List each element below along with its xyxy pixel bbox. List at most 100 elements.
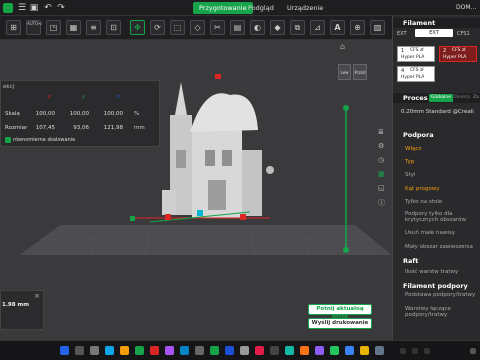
home-icon[interactable]: ⌂ <box>340 42 345 51</box>
tab-podglad[interactable]: Podgląd <box>242 2 280 14</box>
app-icon-3[interactable] <box>180 346 189 355</box>
app-icon-1[interactable] <box>150 346 159 355</box>
app-icon-16[interactable] <box>375 346 384 355</box>
edge-icon[interactable] <box>105 346 114 355</box>
scale-unit: % <box>134 111 140 117</box>
task-view-icon[interactable] <box>90 346 99 355</box>
app-icon-12[interactable] <box>315 346 324 355</box>
tray-icon-3[interactable] <box>424 348 430 354</box>
explorer-icon[interactable] <box>120 346 129 355</box>
size-z-input[interactable]: 121,98 <box>93 125 123 133</box>
rotate-icon[interactable]: ⟳ <box>150 20 165 35</box>
view-front-button[interactable]: Przód <box>353 64 367 80</box>
slice-plate-button[interactable]: Potnij aktualną płytę <box>308 304 372 320</box>
tab-z[interactable]: Za <box>473 94 479 102</box>
support-on-plate-only[interactable]: Tylko na stole <box>405 199 442 205</box>
scale-y-input[interactable]: 100,00 <box>59 111 89 119</box>
filament-slot-4[interactable]: 4 CFS zł Hyper PLA <box>397 66 435 82</box>
handle-top[interactable] <box>215 74 221 79</box>
lay-flat-icon[interactable]: ◇ <box>190 20 205 35</box>
app-icon-10[interactable] <box>285 346 294 355</box>
undo-icon[interactable]: ↶ <box>42 2 54 14</box>
layers-icon[interactable]: ▦ <box>378 170 388 180</box>
size-x-input[interactable]: 107,45 <box>25 125 55 133</box>
info-icon[interactable]: ⓘ <box>378 198 388 208</box>
app-icon-2[interactable] <box>165 346 174 355</box>
tab-objects[interactable]: Obiekty <box>453 94 470 102</box>
support-raft-interface[interactable]: Warstwy łączące podpory/tratwy <box>405 306 477 318</box>
view-left-button[interactable]: Lew <box>338 64 351 80</box>
color-paint-icon[interactable]: ◆ <box>270 20 285 35</box>
support-threshold-angle[interactable]: Kąt progowy <box>405 186 440 192</box>
split-icon[interactable]: ⊡ <box>106 20 121 35</box>
clock-icon[interactable]: ◷ <box>378 156 388 166</box>
scale-icon[interactable]: ⬚ <box>170 20 185 35</box>
tab-urzadzenie[interactable]: Urządzenie <box>281 2 329 14</box>
menu-icon[interactable]: ☰ <box>16 2 28 14</box>
extra-tool-icon[interactable]: ▧ <box>370 20 385 35</box>
handle-red-left[interactable] <box>165 214 171 220</box>
cut-icon[interactable]: ✂ <box>210 20 225 35</box>
close-icon[interactable]: × <box>34 292 40 300</box>
settings-icon[interactable]: ⚙ <box>378 142 388 152</box>
uniform-scale-checkbox[interactable] <box>5 137 11 143</box>
auto-orient-button[interactable]: AUTO⟲ <box>26 20 42 35</box>
app-icon-8[interactable] <box>255 346 264 355</box>
app-icon-9[interactable] <box>270 346 279 355</box>
size-y-input[interactable]: 93,06 <box>59 125 89 133</box>
process-preset[interactable]: 0.20mm Standard @Creali <box>401 109 474 115</box>
scale-z-input[interactable]: 100,00 <box>93 111 123 119</box>
tab-global[interactable]: Globalne <box>429 94 453 102</box>
text-tool-button[interactable]: A <box>330 20 345 35</box>
ext-tab[interactable]: EXT <box>415 29 453 37</box>
tray-icon-2[interactable] <box>412 348 418 354</box>
filament-slot-2[interactable]: 2 CFS zł Hyper PLA <box>439 46 477 62</box>
handle-red-right[interactable] <box>240 214 246 220</box>
support-remove-small-overhangs[interactable]: Usuń małe nawisy <box>405 230 455 236</box>
support-type[interactable]: Typ <box>405 159 414 165</box>
save-icon[interactable]: ▣ <box>28 2 40 14</box>
move-icon[interactable]: ✥ <box>130 20 145 35</box>
support-paint-icon[interactable]: ▤ <box>230 20 245 35</box>
support-small-hang-area[interactable]: Mały obszar zawieszenia <box>405 244 473 250</box>
list-icon[interactable]: ≣ <box>378 128 388 138</box>
app-icon-5[interactable] <box>210 346 219 355</box>
app-icon-15[interactable] <box>360 346 369 355</box>
cfs-tab[interactable]: CFS1 <box>457 31 470 37</box>
send-print-button[interactable]: Wyślij drukowanie <box>308 318 372 329</box>
app-icon-7[interactable] <box>240 346 249 355</box>
app-icon-14[interactable] <box>345 346 354 355</box>
add-object-icon[interactable]: ⊞ <box>6 20 21 35</box>
redo-icon[interactable]: ↷ <box>55 2 67 14</box>
layer-slider-top-handle[interactable] <box>343 105 349 111</box>
app-icon-4[interactable] <box>195 346 204 355</box>
seam-icon[interactable]: ◐ <box>250 20 265 35</box>
support-critical-regions[interactable]: Podpory tylko dla krytycznych obszarów <box>405 211 477 223</box>
support-style[interactable]: Styl <box>405 172 415 178</box>
start-icon[interactable] <box>60 346 69 355</box>
notification-icon[interactable] <box>470 348 476 354</box>
layer-slider-bottom-handle[interactable] <box>343 247 349 253</box>
measure-icon[interactable]: ⊿ <box>310 20 325 35</box>
app-icon-11[interactable] <box>300 346 309 355</box>
raft-layers[interactable]: Ilość warstw tratwy <box>405 269 458 275</box>
app-icon-13[interactable] <box>330 346 339 355</box>
support-raft-base[interactable]: Podstawa podpory/tratwy <box>405 292 477 298</box>
support-enable[interactable]: Włącz <box>405 146 421 152</box>
user-name[interactable]: DOM... <box>456 4 476 11</box>
grid-icon[interactable]: ▦ <box>66 20 81 35</box>
scale-x-input[interactable]: 100,00 <box>25 111 55 119</box>
assembly-icon[interactable]: ⊕ <box>350 20 365 35</box>
search-icon[interactable] <box>75 346 84 355</box>
slicer-icon[interactable] <box>135 346 144 355</box>
handle-cyan[interactable] <box>197 210 203 216</box>
arrange-icon[interactable]: ◳ <box>46 20 61 35</box>
tray-icon-1[interactable] <box>400 348 406 354</box>
filament-slot-1[interactable]: 1 CFS zł Hyper PLA <box>397 46 435 62</box>
handle-green[interactable] <box>130 216 135 221</box>
object-icon[interactable]: ◱ <box>378 184 388 194</box>
app-icon-6[interactable] <box>225 346 234 355</box>
layer-icon[interactable]: ≡ <box>86 20 101 35</box>
boolean-icon[interactable]: ⧉ <box>290 20 305 35</box>
house-model[interactable] <box>162 82 274 218</box>
